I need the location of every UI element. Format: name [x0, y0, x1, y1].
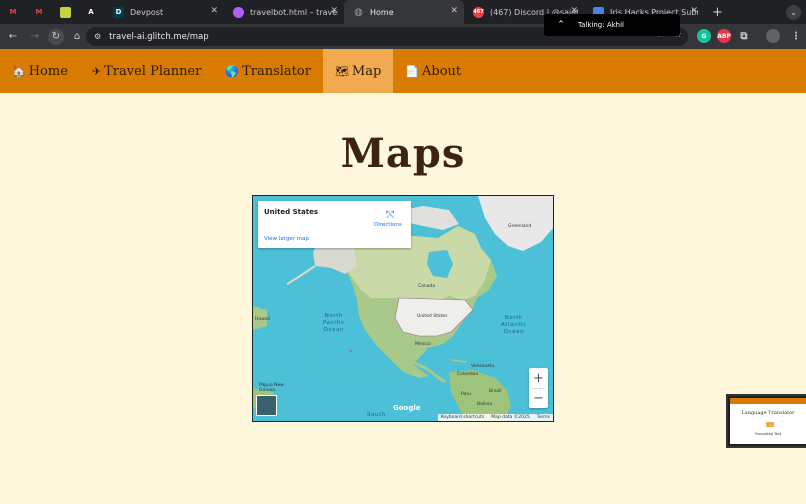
travel-planner-icon: ✈ [91, 64, 102, 78]
nav-item-home[interactable]: 🏠 Home [0, 49, 80, 93]
globe-icon: ◍ [354, 6, 363, 18]
grammarly-icon[interactable]: G [697, 29, 711, 43]
pip-subtitle: Translated Text [754, 432, 782, 436]
zoom-out-button[interactable]: − [529, 388, 548, 408]
land-hawaii [350, 350, 352, 352]
about-icon: 📄 [405, 64, 420, 78]
browser-tab-0[interactable]: M [0, 0, 26, 24]
zoom-in-button[interactable]: + [529, 368, 548, 388]
tab-search-icon[interactable]: ⌄ [786, 5, 801, 20]
talking-label: Talking: Akhil [578, 21, 624, 29]
browser-tab-1[interactable]: M [26, 0, 52, 24]
label-united-states: United States [417, 314, 448, 319]
browser-toolbar: ← → ↻ ⌂ ⚙ travel-ai.glitch.me/map ⌕ ☆ [0, 24, 806, 49]
land-caribbean [450, 359, 468, 363]
map-type-toggle[interactable] [256, 395, 277, 416]
label-peru: Peru [461, 392, 472, 397]
address-url[interactable]: travel-ai.glitch.me/map [109, 32, 208, 42]
browser-tab-bar: MMADDevpost✕travelbot.html – travel-ai✕◍… [0, 0, 806, 24]
map-icon: 🗺 [334, 64, 349, 78]
nav-item-label: Map [351, 63, 382, 79]
talking-indicator[interactable]: ⌃ Talking: Akhil [544, 14, 680, 36]
devpost-icon: D [113, 6, 124, 18]
chevron-up-icon[interactable]: ⌃ [544, 20, 578, 30]
nav-item-about[interactable]: 📄 About [393, 49, 473, 93]
map-data-label: Map data ©2025 [491, 415, 530, 420]
profile-avatar-icon[interactable] [766, 29, 780, 43]
site-info-icon[interactable]: ⚙ [94, 32, 101, 41]
label-north-pacific: North Pacific Ocean [323, 313, 345, 333]
nav-item-label: Home [28, 63, 68, 79]
label-mexico: Mexico [415, 342, 431, 347]
pip-content: Language Translator Translated Text [730, 398, 806, 444]
tab-title: travelbot.html – travel-ai [250, 7, 338, 17]
land-arctic-islands [403, 206, 459, 230]
view-larger-map-link[interactable]: View larger map [264, 236, 309, 242]
map-zoom-controls: + − [529, 368, 548, 408]
close-icon[interactable]: ✕ [450, 6, 458, 16]
page-title: Maps [340, 130, 466, 177]
nav-item-map[interactable]: 🗺 Map [322, 49, 394, 93]
reload-icon[interactable]: ↻ [48, 28, 64, 45]
label-canada: Canada [418, 284, 436, 289]
browser-tab-2[interactable] [52, 0, 78, 24]
close-icon[interactable]: ✕ [330, 6, 338, 16]
new-tab-button[interactable]: + [712, 5, 723, 20]
a-icon: A [88, 8, 94, 16]
close-icon[interactable]: ✕ [690, 6, 698, 16]
label-greenland: Greenland [508, 224, 532, 229]
directions-link[interactable]: Directions [374, 222, 402, 228]
forward-arrow-icon[interactable]: → [26, 31, 44, 42]
back-arrow-icon[interactable]: ← [4, 31, 22, 42]
menu-icon[interactable]: ⋮ [789, 29, 803, 43]
nav-item-travel-planner[interactable]: ✈ Travel Planner [80, 49, 214, 93]
embedded-map[interactable]: Greenland Canada United States Mexico Ve… [252, 195, 554, 422]
label-colombia: Colombia [457, 372, 479, 377]
app-icon [59, 6, 71, 18]
pip-button [766, 422, 774, 427]
label-papua: Papua New Guinea [259, 383, 284, 393]
pip-preview-window[interactable]: Language Translator Translated Text [726, 394, 806, 448]
site-navbar: 🏠 Home ✈ Travel Planner 🌎 Translator 🗺 Map 📄 Abou… [0, 49, 806, 93]
tab-title: Home [370, 7, 394, 17]
home-icon[interactable]: ⌂ [68, 31, 86, 42]
discord-icon: 467 [473, 6, 484, 18]
translator-icon: 🌎 [225, 64, 240, 78]
glitch-icon [233, 6, 244, 18]
tab-title: Devpost [130, 7, 164, 17]
label-south: South [367, 412, 386, 418]
label-brazil: Brazil [489, 389, 502, 394]
label-hawaii: Hawaii [255, 317, 271, 322]
nav-item-label: Travel Planner [104, 63, 202, 79]
nav-item-translator[interactable]: 🌎 Translator [213, 49, 323, 93]
zoom-divider [532, 388, 545, 389]
extensions-icon[interactable]: ⧉ [737, 29, 751, 43]
gmail-icon: M [9, 8, 17, 16]
directions-icon[interactable]: ⤲ [386, 210, 394, 221]
browser-tab-3[interactable]: A [78, 0, 104, 24]
google-logo: Google [393, 404, 421, 412]
pip-title: Language Translator [741, 410, 795, 416]
terms-link[interactable]: Terms [537, 415, 550, 420]
alaska-peninsula [286, 265, 316, 285]
map-info-card: United States ⤲ Directions View larger m… [258, 201, 411, 248]
home-icon: 🏠 [12, 64, 26, 78]
map-attribution: Keyboard shortcuts Map data ©2025 Terms [437, 414, 553, 421]
browser-tab-4[interactable]: D Devpost ✕ [104, 0, 224, 24]
place-name: United States [264, 208, 318, 216]
browser-tab-6[interactable]: ◍ Home ✕ [344, 0, 464, 24]
nav-item-label: About [422, 63, 462, 79]
nav-item-label: Translator [242, 63, 311, 79]
label-north-atlantic: North Atlantic Ocean [501, 315, 527, 335]
label-bolivia: Bolivia [477, 402, 493, 407]
browser-tab-5[interactable]: travelbot.html – travel-ai✕ [224, 0, 344, 24]
keyboard-shortcuts-link[interactable]: Keyboard shortcuts [441, 415, 485, 420]
adblock-icon[interactable]: ABP [717, 29, 731, 43]
pip-navbar [730, 398, 806, 404]
close-icon[interactable]: ✕ [210, 6, 218, 16]
label-venezuela: Venezuela [471, 364, 495, 369]
gmail-icon: M [35, 8, 43, 16]
